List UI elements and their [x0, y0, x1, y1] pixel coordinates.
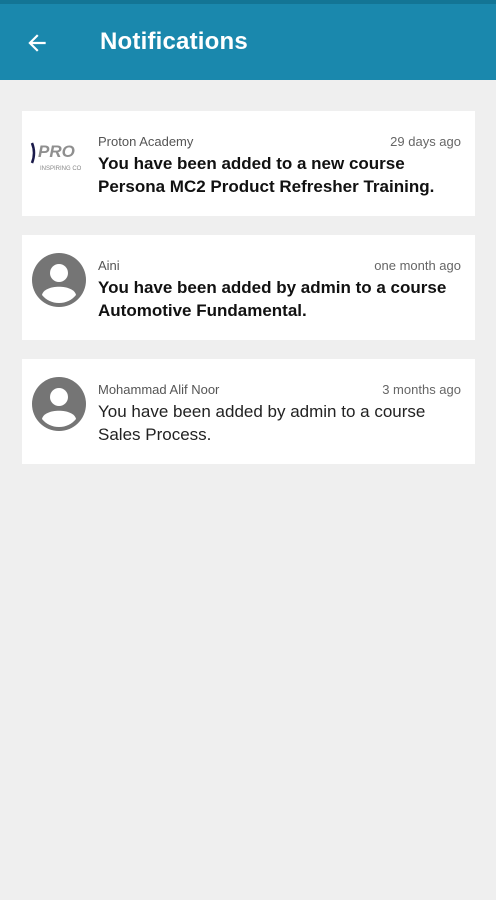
- user-avatar-icon: [32, 377, 86, 431]
- notification-time: 29 days ago: [390, 134, 461, 149]
- proton-logo: PRO INSPIRING CO: [28, 133, 94, 173]
- notification-message: You have been added by admin to a course…: [98, 278, 447, 320]
- notification-card[interactable]: PRO INSPIRING CO Proton Academy 29 days …: [22, 111, 475, 216]
- notification-card[interactable]: Mohammad Alif Noor 3 months ago You have…: [22, 359, 475, 464]
- logo-tagline: INSPIRING CO: [40, 166, 82, 172]
- app-bar: Notifications: [0, 0, 496, 80]
- notification-sender: Mohammad Alif Noor: [98, 382, 220, 397]
- notification-time: one month ago: [374, 258, 461, 273]
- notification-time: 3 months ago: [382, 382, 461, 397]
- arrow-left-icon: [28, 34, 46, 52]
- notification-sender: Aini: [98, 258, 120, 273]
- back-button[interactable]: [20, 26, 54, 60]
- user-avatar-icon: [32, 253, 86, 307]
- page-title: Notifications: [100, 28, 248, 55]
- notification-card[interactable]: Aini one month ago You have been added b…: [22, 235, 475, 340]
- notification-message: You have been added to a new course Pers…: [98, 154, 435, 196]
- notification-sender: Proton Academy: [98, 134, 194, 149]
- notification-list: PRO INSPIRING CO Proton Academy 29 days …: [22, 111, 475, 483]
- logo-text: PRO: [38, 142, 75, 161]
- notification-message: You have been added by admin to a course…: [98, 402, 426, 444]
